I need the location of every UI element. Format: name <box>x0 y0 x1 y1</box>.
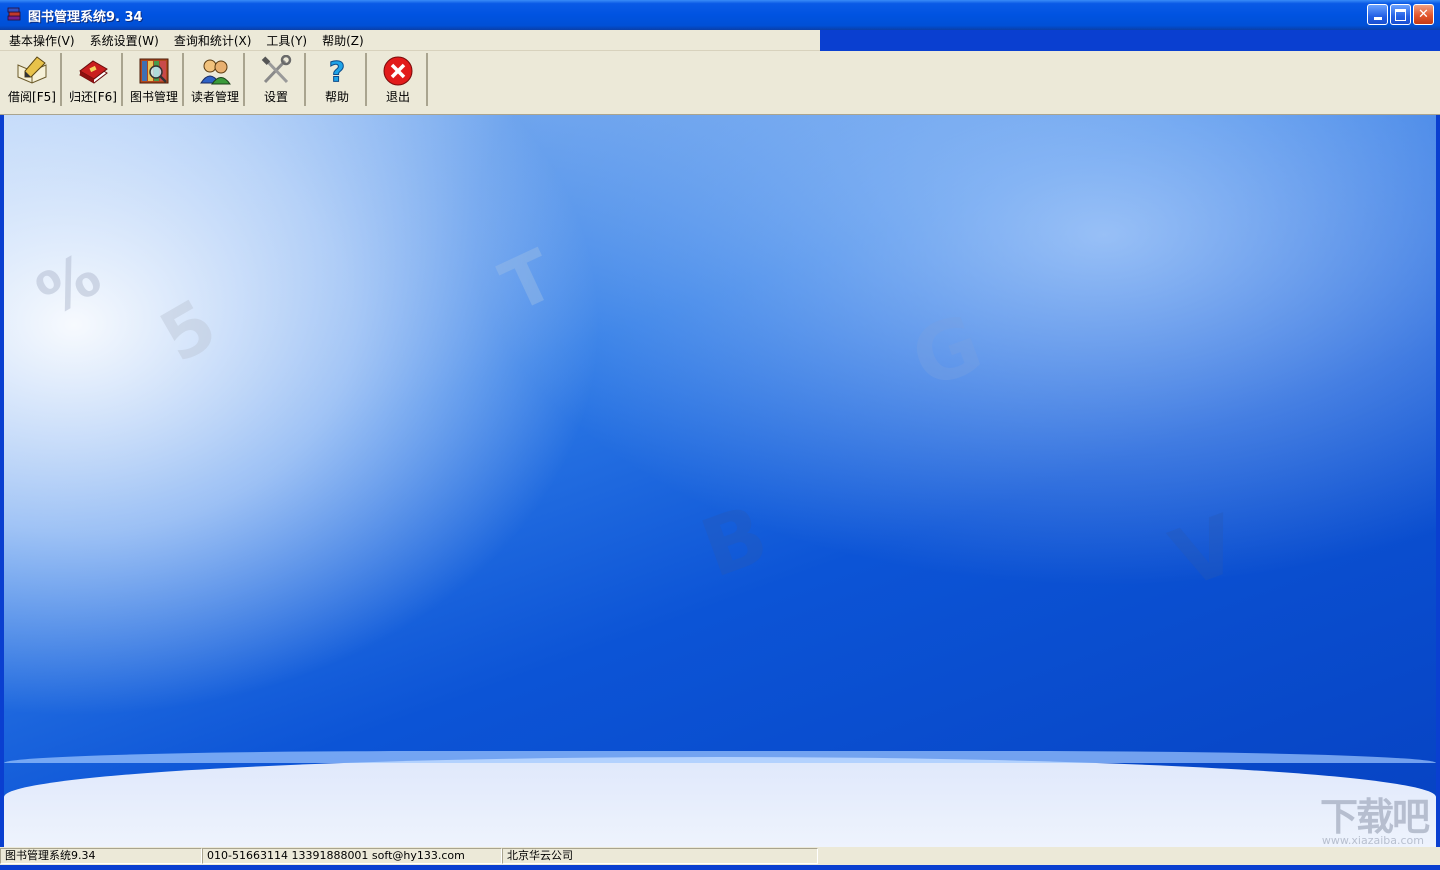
borrow-button[interactable]: 借阅[F5] <box>4 53 62 106</box>
settings-button[interactable]: 设置 <box>248 53 306 106</box>
exit-icon <box>381 55 415 87</box>
book-management-label: 图书管理 <box>129 90 178 104</box>
status-company: 北京华云公司 <box>502 848 818 864</box>
window-title: 图书管理系统9. 34 <box>28 9 143 25</box>
menu-bar-blank <box>820 30 1440 50</box>
menu-query-statistics[interactable]: 查询和统计(X) <box>165 32 258 49</box>
menu-system-settings[interactable]: 系统设置(W) <box>81 32 165 49</box>
status-bar: 图书管理系统9.34 010-51663114 13391888001 soft… <box>0 847 1440 870</box>
menu-basic-operations[interactable]: 基本操作(V) <box>0 32 81 49</box>
menu-tools[interactable]: 工具(Y) <box>257 32 313 49</box>
return-book-icon <box>76 55 110 87</box>
maximize-icon <box>1395 8 1406 21</box>
minimize-icon <box>1373 17 1382 20</box>
status-app-version: 图书管理系统9.34 <box>0 848 202 864</box>
exit-label: 退出 <box>385 90 410 104</box>
borrow-book-icon <box>15 55 49 87</box>
watermark-logo: 下载吧 <box>1319 795 1430 839</box>
keyboard-key-graphic: 5 <box>146 283 230 379</box>
close-icon: ✕ <box>1418 7 1429 22</box>
keyboard-key-graphic: T <box>488 233 567 329</box>
main-background: % 5 T G B V 下载吧 www.xiazaiba.com <box>4 115 1436 847</box>
exit-button[interactable]: 退出 <box>370 53 428 106</box>
keyboard-key-graphic: % <box>25 239 113 331</box>
keyboard-key-graphic: G <box>900 296 994 407</box>
reader-management-label: 读者管理 <box>190 90 239 104</box>
title-bar[interactable]: 图书管理系统9. 34 ✕ <box>0 0 1440 30</box>
svg-text:?: ? <box>329 55 345 87</box>
watermark-url: www.xiazaiba.com <box>1321 834 1424 847</box>
help-label: 帮助 <box>324 90 349 104</box>
help-icon: ? <box>320 55 354 89</box>
return-button[interactable]: 归还[F6] <box>65 53 123 106</box>
reader-management-icon <box>198 55 232 87</box>
keyboard-key-graphic: V <box>1159 497 1250 606</box>
help-button[interactable]: ? 帮助 <box>309 53 367 106</box>
book-management-button[interactable]: 图书管理 <box>126 53 184 106</box>
book-management-icon <box>137 55 171 87</box>
toolbar: 借阅[F5] 归还[F6] 图书管理 读者管理 设置 ? 帮助 退出 <box>0 51 1440 115</box>
borrow-label: 借阅[F5] <box>8 90 56 104</box>
menu-help[interactable]: 帮助(Z) <box>313 32 370 49</box>
maximize-button[interactable] <box>1390 4 1411 25</box>
settings-tools-icon <box>259 54 293 87</box>
reader-management-button[interactable]: 读者管理 <box>187 53 245 106</box>
minimize-button[interactable] <box>1367 4 1388 25</box>
settings-label: 设置 <box>263 90 288 104</box>
return-label: 归还[F6] <box>69 90 117 104</box>
status-contact: 010-51663114 13391888001 soft@hy133.com <box>202 848 502 864</box>
menu-bar: 基本操作(V) 系统设置(W) 查询和统计(X) 工具(Y) 帮助(Z) <box>0 30 820 51</box>
book-stack-icon[interactable] <box>6 7 22 23</box>
bottom-wave-decoration <box>4 751 1436 847</box>
keyboard-key-graphic: B <box>689 487 780 596</box>
close-button[interactable]: ✕ <box>1413 4 1434 25</box>
status-bar-blank <box>820 847 1440 865</box>
